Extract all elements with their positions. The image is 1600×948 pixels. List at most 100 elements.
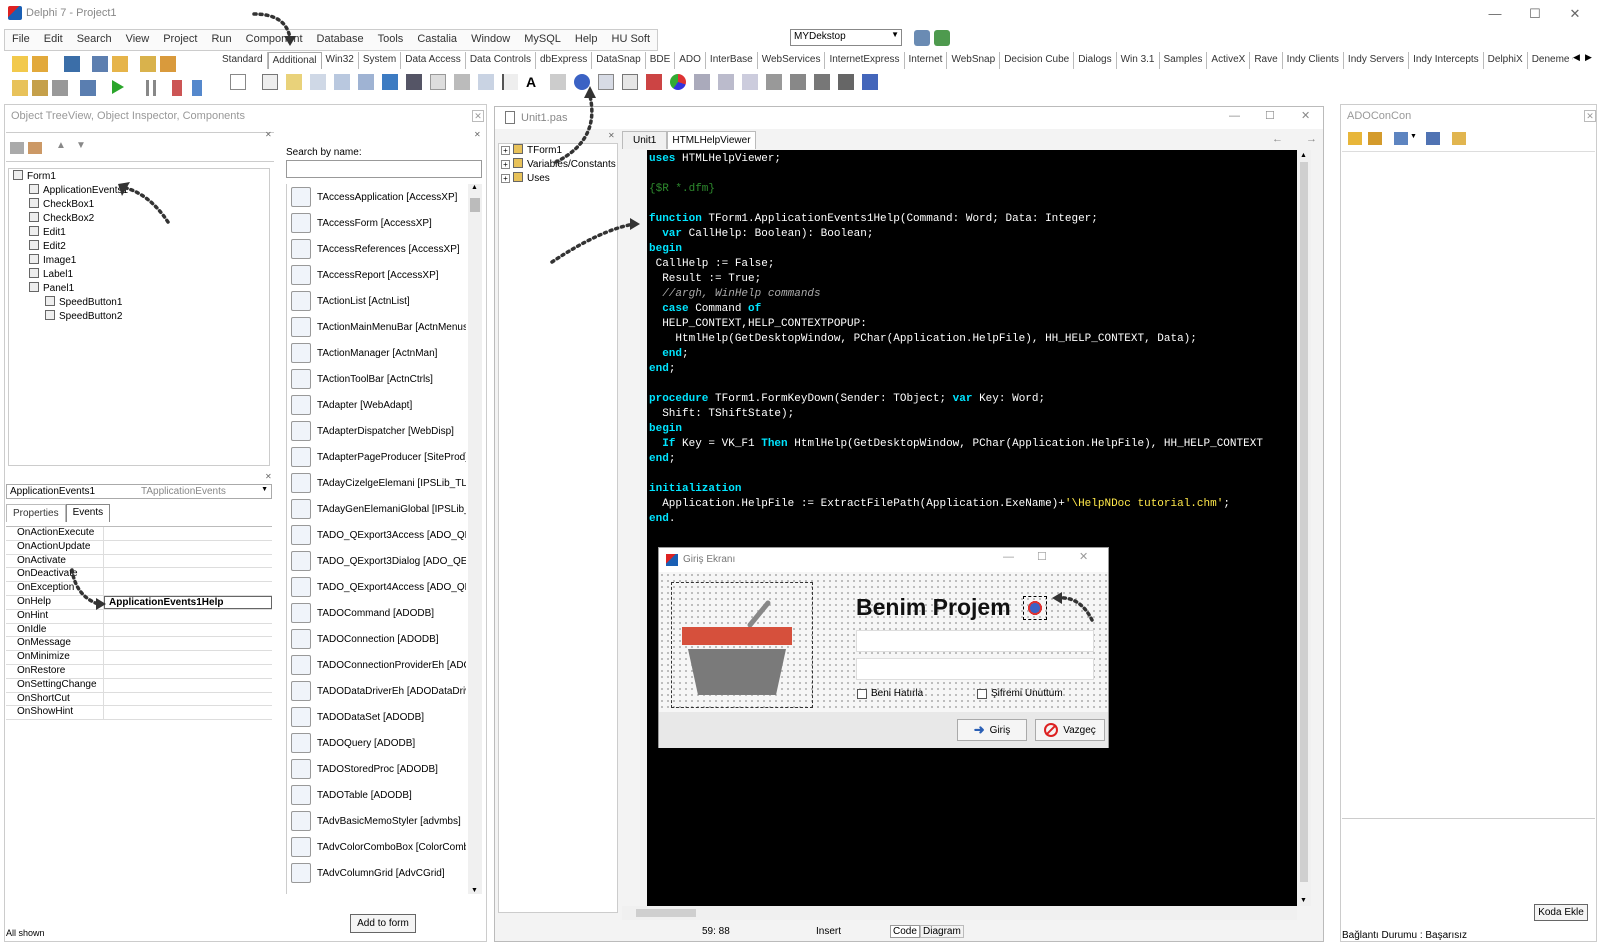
statictext-icon[interactable]: A	[526, 74, 542, 90]
event-value[interactable]	[104, 706, 272, 719]
component-list-item[interactable]: TActionList [ActnList]	[287, 288, 466, 314]
event-row[interactable]: OnShortCut	[6, 692, 272, 707]
palette-tab-data-controls[interactable]: Data Controls	[466, 52, 536, 69]
code-vscrollbar[interactable]: ▲ ▼	[1297, 150, 1311, 906]
scroll-thumb[interactable]	[636, 909, 696, 917]
event-value[interactable]	[104, 568, 272, 581]
scroll-down-icon[interactable]: ▼	[471, 887, 478, 894]
component-list-item[interactable]: TADOConnection [ADODB]	[287, 626, 466, 652]
event-row[interactable]: OnActivate	[6, 554, 272, 569]
event-row[interactable]: OnIdle	[6, 623, 272, 638]
tab-events[interactable]: Events	[65, 504, 111, 522]
customizedlg-icon[interactable]	[838, 74, 854, 90]
palette-tab-samples[interactable]: Samples	[1160, 52, 1208, 69]
actionmainmenubar-icon[interactable]	[718, 74, 734, 90]
menu-item-search[interactable]: Search	[70, 30, 119, 50]
splitter-icon[interactable]	[502, 74, 518, 90]
palette-tab-dialogs[interactable]: Dialogs	[1074, 52, 1117, 69]
event-row[interactable]: OnException	[6, 582, 272, 596]
tab-properties[interactable]: Properties	[6, 504, 66, 522]
menu-item-hu-soft[interactable]: HU Soft	[605, 30, 658, 50]
palette-tab-indy-servers[interactable]: Indy Servers	[1344, 52, 1410, 69]
login-button[interactable]: ➜ Giriş	[957, 719, 1027, 741]
palette-tab-standard[interactable]: Standard	[218, 52, 268, 69]
tree-node[interactable]: Label1	[9, 268, 269, 282]
explorer-node[interactable]: + TForm1	[499, 144, 617, 158]
menu-item-window[interactable]: Window	[464, 30, 517, 50]
component-list-item[interactable]: TADOStoredProc [ADODB]	[287, 756, 466, 782]
component-list-item[interactable]: TAdapterPageProducer [SiteProd]	[287, 444, 466, 470]
event-value[interactable]	[104, 651, 272, 664]
component-list-item[interactable]: TADOConnectionProviderEh [ADOD	[287, 652, 466, 678]
expand-icon[interactable]: +	[501, 160, 510, 169]
palette-tab-deneme-co[interactable]: Deneme Co	[1528, 52, 1573, 69]
htmlhelp-icon[interactable]	[862, 74, 878, 90]
nav-back-icon[interactable]: ←	[1272, 133, 1283, 145]
components-scrollbar[interactable]: ▲ ▼	[468, 184, 482, 894]
palette-scroll-right-icon[interactable]: ▶	[1585, 52, 1592, 63]
palette-tab-ado[interactable]: ADO	[675, 52, 706, 69]
component-list-item[interactable]: TActionManager [ActnMan]	[287, 340, 466, 366]
palette-tab-dbexpress[interactable]: dbExpress	[536, 52, 593, 69]
code-hscrollbar[interactable]	[622, 906, 1297, 920]
view-form-icon[interactable]	[32, 80, 48, 96]
open-icon[interactable]	[32, 56, 48, 72]
save-all-icon[interactable]	[92, 56, 108, 72]
component-list-item[interactable]: TAdayGenElemaniGlobal [IPSLib_TL	[287, 496, 466, 522]
event-row[interactable]: OnDeactivate	[6, 568, 272, 583]
palette-tab-datasnap[interactable]: DataSnap	[592, 52, 646, 69]
add-to-code-button[interactable]: Koda Ekle	[1534, 904, 1588, 921]
checklistbox-icon[interactable]	[478, 74, 494, 90]
menu-item-view[interactable]: View	[119, 30, 157, 50]
remove-file-icon[interactable]	[160, 56, 176, 72]
event-row[interactable]: OnHint	[6, 609, 272, 624]
save-desktop-icon[interactable]	[914, 30, 930, 46]
tab-code[interactable]: Code	[890, 925, 920, 938]
actiontoolbar-icon[interactable]	[742, 74, 758, 90]
component-list-item[interactable]: TActionMainMenuBar [ActnMenus]	[287, 314, 466, 340]
menu-item-tools[interactable]: Tools	[371, 30, 411, 50]
left-dock-close-icon[interactable]: ✕	[472, 110, 484, 122]
delete-item-icon[interactable]	[28, 142, 42, 154]
components-search-input[interactable]	[286, 160, 482, 178]
event-row[interactable]: OnMinimize	[6, 651, 272, 665]
chevron-down-icon[interactable]: ▼	[1410, 133, 1417, 140]
event-value[interactable]	[104, 555, 272, 568]
palette-tab-system[interactable]: System	[359, 52, 402, 69]
menu-item-edit[interactable]: Edit	[37, 30, 70, 50]
stringgrid-icon[interactable]	[334, 74, 350, 90]
trace-into-icon[interactable]	[172, 80, 182, 96]
palette-tab-delphix[interactable]: DelphiX	[1484, 52, 1528, 69]
event-row[interactable]: OnMessage	[6, 637, 272, 652]
maskedit-icon[interactable]	[310, 74, 326, 90]
bitbtn-icon[interactable]	[262, 74, 278, 90]
desktop-select[interactable]: MYDekstop ▼	[790, 29, 902, 46]
view-unit-icon[interactable]	[12, 80, 28, 96]
event-value[interactable]	[104, 624, 272, 637]
components-close-icon[interactable]: ✕	[474, 130, 481, 139]
event-row[interactable]: OnHelp ApplicationEvents1Help	[6, 595, 272, 610]
labelededit-icon[interactable]	[622, 74, 638, 90]
event-row[interactable]: OnActionExecute	[6, 527, 272, 541]
scroll-down-icon[interactable]: ▼	[1300, 897, 1307, 904]
component-list-item[interactable]: TAccessApplication [AccessXP]	[287, 184, 466, 210]
event-value[interactable]	[104, 693, 272, 706]
component-list-item[interactable]: TAdapter [WebAdapt]	[287, 392, 466, 418]
palette-tab-interbase[interactable]: InterBase	[706, 52, 758, 69]
menu-item-database[interactable]: Database	[310, 30, 371, 50]
scrollbox-icon[interactable]	[454, 74, 470, 90]
component-list-item[interactable]: TActionToolBar [ActnCtrls]	[287, 366, 466, 392]
component-list-item[interactable]: TADOTable [ADODB]	[287, 782, 466, 808]
new-icon[interactable]	[12, 56, 28, 72]
test-connection-icon[interactable]	[1426, 132, 1440, 145]
minimize-icon[interactable]: —	[1480, 4, 1510, 24]
event-row[interactable]: OnActionUpdate	[6, 540, 272, 555]
code-editor[interactable]: uses HTMLHelpViewer; {$R *.dfm} function T…	[647, 150, 1297, 906]
move-down-icon[interactable]: ▼	[76, 140, 86, 151]
open-folder-icon[interactable]	[1348, 132, 1362, 145]
step-over-icon[interactable]	[192, 80, 202, 96]
palette-scroll-left-icon[interactable]: ◀	[1573, 52, 1580, 63]
cancel-button[interactable]: Vazgeç	[1035, 719, 1105, 741]
palette-tab-additional[interactable]: Additional	[267, 52, 322, 69]
tree-node[interactable]: Form1	[9, 170, 269, 184]
